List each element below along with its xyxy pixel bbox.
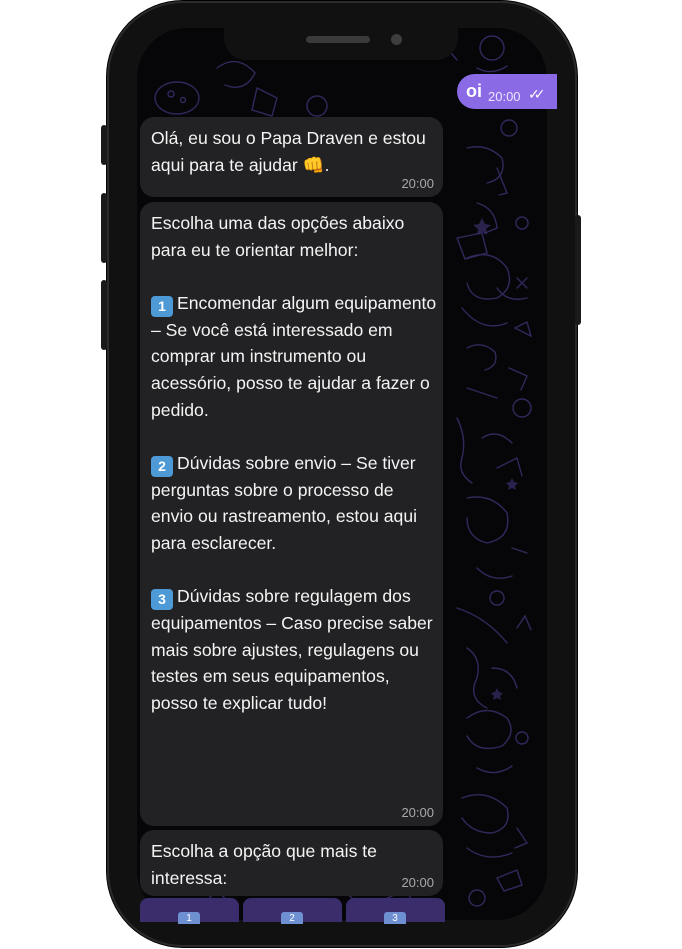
fist-emoji-icon: 👊 xyxy=(302,154,325,175)
power-button xyxy=(575,215,581,325)
message-time: 20:00 xyxy=(401,176,434,191)
message-text: Escolha uma das opções abaixo para eu te… xyxy=(151,210,437,717)
page: oi 20:00 ✓✓ Olá, eu sou o Papa Draven e … xyxy=(0,0,682,949)
keycap-3-icon: 3 xyxy=(151,589,173,611)
speaker-grille xyxy=(306,36,370,43)
incoming-message-prompt[interactable]: Escolha a opção que mais te interessa: 2… xyxy=(140,830,443,896)
volume-down-button xyxy=(101,280,107,350)
volume-up-button xyxy=(101,193,107,263)
keycap-2-icon: 2 xyxy=(151,455,173,477)
reply-button-3[interactable]: 3 xyxy=(346,898,445,924)
message-time: 20:00 xyxy=(401,805,434,820)
greeting-text: Olá, eu sou o Papa Draven e estou aqui p… xyxy=(151,128,431,175)
incoming-message-greeting[interactable]: Olá, eu sou o Papa Draven e estou aqui p… xyxy=(140,117,443,197)
keycap-3-icon: 3 xyxy=(384,912,406,924)
greeting-text-end: . xyxy=(324,154,330,175)
front-camera xyxy=(391,34,402,45)
message-text: Olá, eu sou o Papa Draven e estou aqui p… xyxy=(151,125,437,178)
message-text: Escolha a opção que mais te interessa: xyxy=(151,841,382,888)
keycap-1-icon: 1 xyxy=(178,912,200,924)
double-check-icon: ✓✓ xyxy=(528,86,546,102)
option-2-text: Dúvidas sobre envio – Se tiver perguntas… xyxy=(151,452,422,553)
reply-button-2[interactable]: 2 xyxy=(243,898,342,924)
incoming-message-options[interactable]: Escolha uma das opções abaixo para eu te… xyxy=(140,202,443,826)
outgoing-message-time: 20:00 xyxy=(488,89,521,104)
outgoing-message[interactable]: oi 20:00 ✓✓ xyxy=(457,74,557,109)
outgoing-message-text: oi xyxy=(466,81,482,101)
option-3-text: Dúvidas sobre regulagem dos equipamentos… xyxy=(151,586,438,713)
keycap-2-icon: 2 xyxy=(281,912,303,924)
reply-button-1[interactable]: 1 xyxy=(140,898,239,924)
option-1-text: Encomendar algum equipamento – Se você e… xyxy=(151,292,442,420)
mute-switch xyxy=(101,125,107,165)
options-intro: Escolha uma das opções abaixo para eu te… xyxy=(151,213,410,260)
keycap-1-icon: 1 xyxy=(151,295,173,317)
message-time: 20:00 xyxy=(401,875,434,890)
phone-notch xyxy=(224,27,458,60)
reply-keyboard: 1 2 3 xyxy=(140,898,445,924)
